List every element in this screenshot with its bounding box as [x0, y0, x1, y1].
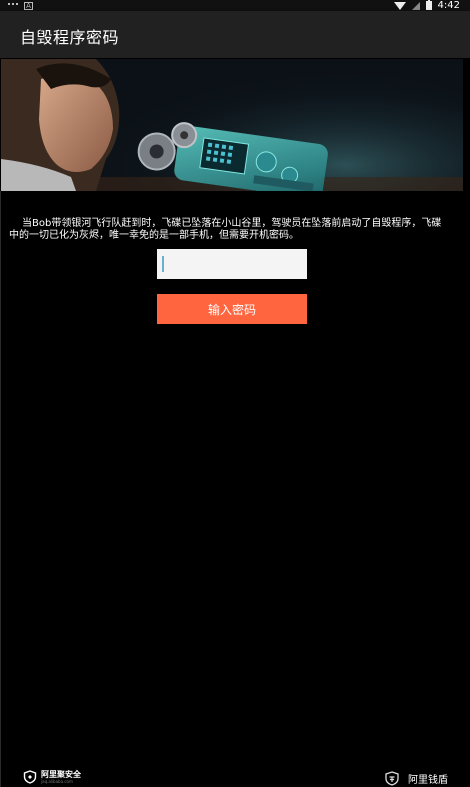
qiandun-shield-icon [385, 771, 399, 786]
notification-a-icon: A [24, 1, 33, 10]
enter-password-button[interactable]: 输入密码 [157, 294, 307, 324]
notification-dots-icon [8, 2, 18, 9]
app-bar: 自毁程序密码 [0, 11, 470, 58]
shield-icon [23, 770, 37, 784]
text-cursor [162, 256, 164, 272]
banner-image [1, 59, 463, 191]
signal-icon [411, 1, 420, 10]
password-input[interactable] [157, 249, 307, 279]
left-edge-line [0, 191, 1, 787]
page-title: 自毁程序密码 [20, 28, 120, 47]
left-brand-name: 阿里聚安全 [41, 770, 81, 779]
status-time: 4:42 [437, 0, 460, 11]
status-bar: A 4:42 [0, 0, 470, 11]
qiandun-brand: 阿里钱盾 [384, 771, 448, 786]
left-brand-url: jaq.alibaba.com [41, 779, 73, 784]
wifi-icon [393, 1, 406, 10]
story-text: 当Bob带领银河飞行队赶到时，飞碟已坠落在小山谷里，驾驶员在坠落前启动了自毁程序… [9, 218, 442, 241]
boy-and-device-illustration [1, 59, 463, 191]
battery-icon [425, 0, 432, 10]
aliju-security-brand: 阿里聚安全 jaq.alibaba.com [23, 770, 81, 784]
right-edge-strip [463, 59, 470, 787]
right-brand-name: 阿里钱盾 [408, 775, 448, 786]
